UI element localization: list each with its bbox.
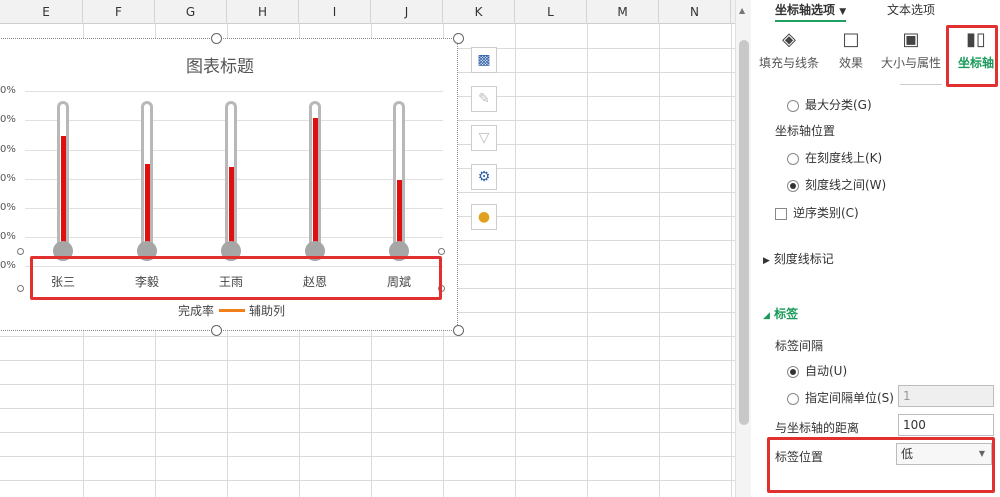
format-axis-pane: 坐标轴选项 ▼ 文本选项 ◈ 填充与线条 □ 效果 ▣ 大小与属性 ▮▯ 坐标轴… bbox=[751, 0, 1000, 497]
radio-auto-interval[interactable]: 自动(U) bbox=[787, 362, 847, 379]
completion-bar[interactable] bbox=[145, 164, 150, 250]
axis-selection-handle[interactable] bbox=[17, 248, 24, 255]
column-header-j[interactable]: J bbox=[371, 0, 443, 24]
y-tick-label: 0% bbox=[0, 173, 16, 184]
chart-title[interactable]: 图表标题 bbox=[0, 52, 440, 77]
column-header-h[interactable]: H bbox=[227, 0, 299, 24]
collapse-arrow-icon: ◢ bbox=[763, 311, 770, 321]
legend-entry-series1[interactable]: 完成率 bbox=[178, 302, 214, 319]
tab-text-options[interactable]: 文本选项 bbox=[887, 0, 935, 22]
tab-axis-options[interactable]: 坐标轴选项 ▼ bbox=[775, 0, 847, 22]
row-gridline bbox=[0, 384, 735, 385]
section-tick-marks[interactable]: ▶ 刻度线标记 bbox=[763, 250, 834, 267]
row-gridline bbox=[0, 480, 735, 481]
filter-icon[interactable]: ▽ bbox=[471, 125, 497, 151]
scrollbar-thumb[interactable] bbox=[739, 40, 749, 425]
dropdown-arrow-icon[interactable]: ▼ bbox=[839, 7, 846, 17]
interval-unit-input[interactable]: 1 bbox=[898, 385, 994, 407]
label-interval-label: 标签间隔 bbox=[775, 339, 824, 353]
column-gridline bbox=[515, 24, 516, 497]
size-icon: ▣ bbox=[902, 29, 920, 50]
section-labels[interactable]: ◢ 标签 bbox=[763, 305, 798, 322]
y-tick-label: 0% bbox=[0, 144, 16, 155]
legend-line-icon bbox=[219, 309, 245, 312]
row-gridline bbox=[0, 336, 735, 337]
resize-handle-bottom[interactable] bbox=[211, 325, 222, 336]
completion-bar[interactable] bbox=[313, 118, 318, 250]
row-gridline bbox=[0, 432, 735, 433]
column-header-f[interactable]: F bbox=[83, 0, 155, 24]
row-gridline bbox=[0, 408, 735, 409]
column-header-row: E F G H I J K L M N bbox=[0, 0, 735, 24]
column-header-n[interactable]: N bbox=[659, 0, 731, 24]
axis-selection-handle[interactable] bbox=[17, 285, 24, 292]
column-gridline bbox=[731, 24, 732, 497]
axis-selection-handle[interactable] bbox=[438, 248, 445, 255]
lightbulb-icon[interactable]: ● bbox=[471, 204, 497, 230]
effects-icon: □ bbox=[842, 29, 860, 50]
legend-entry-series2[interactable]: 辅助列 bbox=[249, 302, 285, 319]
resize-handle-top[interactable] bbox=[211, 33, 222, 44]
completion-bar[interactable] bbox=[397, 180, 402, 250]
radio-max-category[interactable]: 最大分类(G) bbox=[787, 96, 872, 113]
radio-on-tick-marks[interactable]: 在刻度线上(K) bbox=[787, 149, 882, 166]
y-tick-label: 0% bbox=[0, 260, 16, 271]
paint-bucket-icon: ◈ bbox=[782, 29, 796, 50]
axis-position-label: 坐标轴位置 bbox=[775, 124, 836, 138]
column-header-k[interactable]: K bbox=[443, 0, 515, 24]
y-tick-label: 0% bbox=[0, 85, 16, 96]
icontab-size-properties[interactable]: ▣ 大小与属性 bbox=[877, 28, 945, 71]
gear-icon[interactable]: ⚙ bbox=[471, 164, 497, 190]
y-tick-label: 0% bbox=[0, 202, 16, 213]
highlight-box-axis-labels bbox=[30, 256, 442, 300]
radio-between-tick-marks[interactable]: 刻度线之间(W) bbox=[787, 176, 886, 193]
radio-specify-interval[interactable]: 指定间隔单位(S) bbox=[787, 389, 894, 406]
completion-bar[interactable] bbox=[61, 136, 66, 250]
column-header-i[interactable]: I bbox=[299, 0, 371, 24]
icontab-fill-line[interactable]: ◈ 填充与线条 bbox=[757, 28, 821, 71]
distance-from-axis-label: 与坐标轴的距离 bbox=[775, 421, 860, 435]
y-tick-label: 0% bbox=[0, 231, 16, 242]
vertical-scrollbar[interactable]: ▲ bbox=[735, 0, 751, 497]
resize-handle-bottom-right[interactable] bbox=[453, 325, 464, 336]
column-header-e[interactable]: E bbox=[10, 0, 83, 24]
column-gridline bbox=[587, 24, 588, 497]
column-gridline bbox=[659, 24, 660, 497]
brush-icon[interactable]: ✎ bbox=[471, 86, 497, 112]
row-gridline bbox=[0, 360, 735, 361]
icontab-effects[interactable]: □ 效果 bbox=[831, 28, 871, 71]
expand-arrow-icon: ▶ bbox=[763, 256, 770, 266]
scroll-up-icon[interactable]: ▲ bbox=[739, 6, 745, 15]
column-header-l[interactable]: L bbox=[515, 0, 587, 24]
resize-handle-top-right[interactable] bbox=[453, 33, 464, 44]
completion-bar[interactable] bbox=[229, 167, 234, 250]
separator bbox=[900, 84, 942, 85]
highlight-box-axis-tab bbox=[946, 25, 998, 87]
chart-elements-icon[interactable]: ▩ bbox=[471, 47, 497, 73]
column-header-g[interactable]: G bbox=[155, 0, 227, 24]
spreadsheet-grid[interactable]: E F G H I J K L M N 图表标题 0% 0% 0% 0% 0% … bbox=[0, 0, 735, 497]
checkbox-reverse-categories[interactable]: 逆序类别(C) bbox=[775, 204, 859, 221]
row-gridline bbox=[0, 456, 735, 457]
highlight-box-label-position bbox=[767, 437, 995, 493]
y-tick-label: 0% bbox=[0, 114, 16, 125]
distance-from-axis-input[interactable]: 100 bbox=[898, 414, 994, 436]
column-header-m[interactable]: M bbox=[587, 0, 659, 24]
gridline bbox=[25, 91, 443, 92]
